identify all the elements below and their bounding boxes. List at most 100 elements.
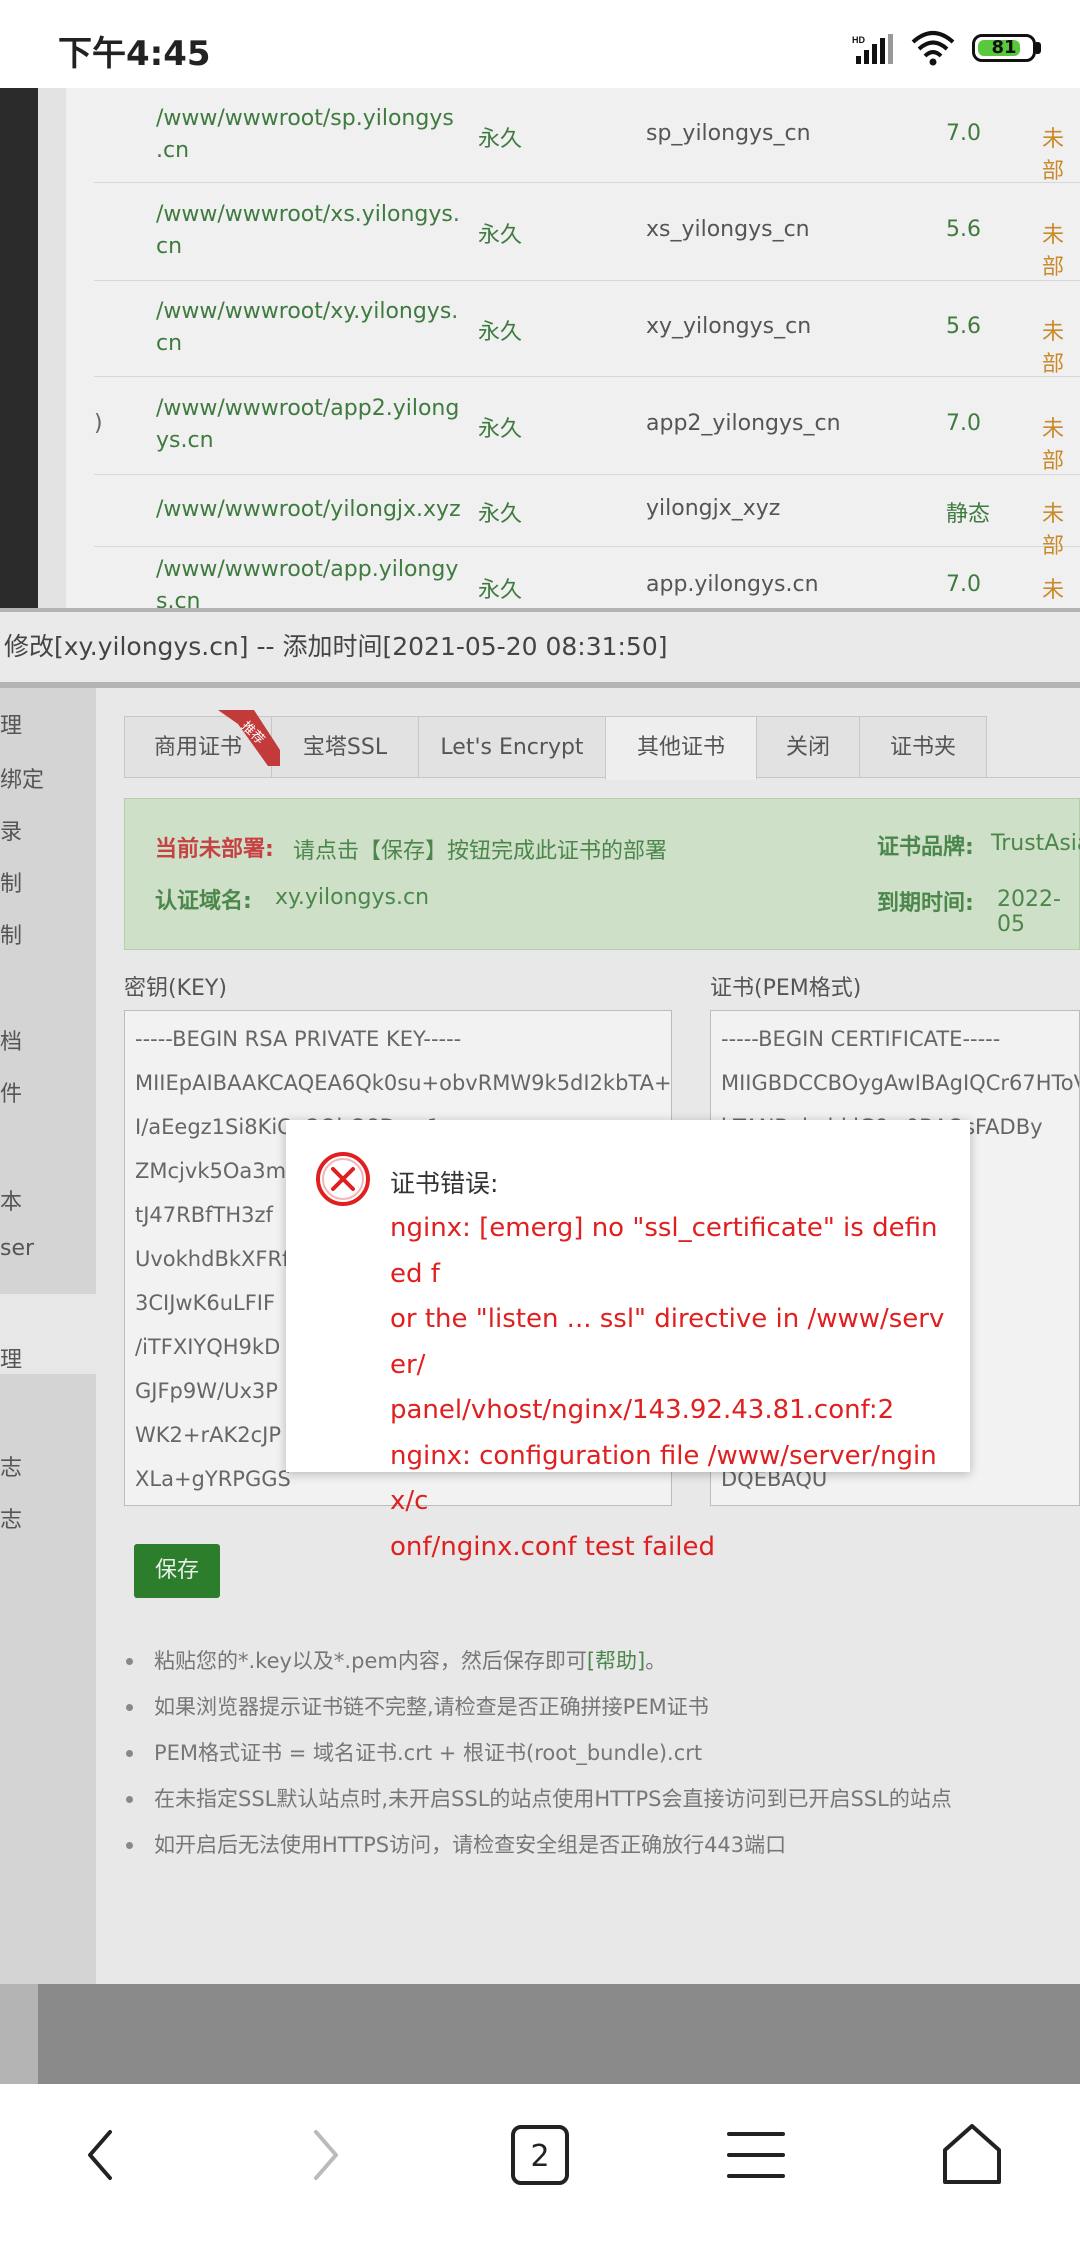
nav-item[interactable]: 制 (0, 866, 22, 898)
site-path: /www/wwwroot/sp.yilongys .cn (156, 106, 454, 163)
modal-left-nav: 理绑定录制制档件本 ser 理志志 (0, 688, 96, 1984)
site-php-version: 7.0 (946, 121, 981, 146)
close-circle-icon (316, 1152, 370, 1206)
domain-value: xy.yilongys.cn (275, 885, 430, 910)
site-expiry: 永久 (478, 127, 523, 152)
tab-baota-ssl[interactable]: 宝塔SSL (271, 716, 419, 778)
nav-item[interactable]: 志 (0, 1502, 22, 1534)
page-bottom-strip (38, 1984, 1080, 2084)
site-database: xs_yilongys_cn (646, 217, 810, 242)
site-php-version: 5.6 (946, 217, 981, 242)
tip-text-end: 。 (645, 1649, 667, 1673)
site-database: app.yilongys.cn (646, 572, 819, 597)
site-expiry: 永久 (478, 223, 523, 248)
site-ssl-status: 未部 (1042, 127, 1065, 184)
text-line: -----BEGIN CERTIFICATE----- (721, 1027, 1001, 1051)
deploy-status-text: 请点击【保存】按钮完成此证书的部署 (293, 839, 668, 864)
tips-list: 粘贴您的*.key以及*.pem内容，然后保存即可[帮助]。如果浏览器提示证书链… (118, 1638, 1058, 1868)
recommend-badge: 推荐 (218, 710, 280, 766)
site-path: /www/wwwroot/xs.yilongys. cn (156, 202, 460, 259)
nav-item[interactable]: 制 (0, 918, 22, 950)
tab-other-cert[interactable]: 其他证书 (605, 716, 757, 780)
tip-text: 在未指定SSL默认站点时,未开启SSL的站点使用HTTPS会直接访问到已开启SS… (154, 1787, 952, 1811)
tab-lets-encrypt[interactable]: Let's Encrypt (418, 716, 606, 778)
nav-item[interactable]: 理 (0, 708, 22, 740)
help-link[interactable]: [帮助] (587, 1649, 645, 1673)
tip-text: 如开启后无法使用HTTPS访问，请检查安全组是否正确放行443端口 (154, 1833, 787, 1857)
site-path: /www/wwwroot/app2.yilong ys.cn (156, 396, 460, 453)
nav-item[interactable]: 录 (0, 814, 22, 846)
browser-nav-bar: 2 (0, 2084, 1080, 2248)
clock: 下午4:45 (58, 34, 211, 74)
site-path: /www/wwwroot/yilongjx.xyz (156, 497, 461, 522)
site-expiry: 永久 (478, 320, 523, 345)
site-row[interactable]: /www/wwwroot/sp.yilongys .cn 永久 sp_yilongy… (94, 88, 1080, 184)
site-php-version: 静态 (946, 502, 991, 527)
site-row[interactable]: /www/wwwroot/yilongjx.xyz 永久 yilongjx_xyz 静… (94, 474, 1080, 559)
modal-title: 修改[xy.yilongys.cn] -- 添加时间[2021-05-20 08… (0, 612, 1080, 682)
wifi-icon (911, 31, 955, 66)
nav-item[interactable]: 件 (0, 1076, 22, 1108)
tab-close[interactable]: 关闭 (756, 716, 860, 778)
domain-label: 认证域名: (155, 889, 252, 914)
tip-item: 粘贴您的*.key以及*.pem内容，然后保存即可[帮助]。 (118, 1638, 1058, 1684)
cert-label: 证书(PEM格式) (710, 976, 862, 1001)
nav-item[interactable]: 绑定 (0, 762, 44, 794)
site-expiry: 永久 (478, 578, 523, 603)
site-database: app2_yilongys_cn (646, 411, 841, 436)
error-title: 证书错误: (390, 1169, 499, 1198)
site-path: /www/wwwroot/xy.yilongys. cn (156, 299, 459, 356)
forward-icon[interactable] (272, 2110, 382, 2200)
site-ssl-status: 未部 (1042, 223, 1065, 280)
home-icon[interactable] (917, 2110, 1027, 2200)
nav-item[interactable]: 本 (0, 1184, 22, 1216)
save-button[interactable]: 保存 (134, 1544, 220, 1598)
tab-count: 2 (530, 2139, 549, 2174)
text-line: MIIEpAIBAAKCAQEA6Qk0su+obvRMW9k5dI2kbTA+ (135, 1071, 672, 1095)
site-php-version: 7.0 (946, 572, 981, 597)
tab-cert-folder[interactable]: 证书夹 (859, 716, 987, 778)
status-bar: 下午4:45 HD 81 (0, 0, 1080, 88)
menu-icon[interactable] (701, 2110, 811, 2200)
battery-icon: 81 (972, 34, 1036, 62)
deploy-status-label: 当前未部署: (155, 837, 274, 862)
battery-tip (1036, 42, 1041, 54)
site-database: yilongjx_xyz (646, 496, 781, 521)
nav-item[interactable]: 档 (0, 1024, 22, 1056)
text-line: -----BEGIN RSA PRIVATE KEY----- (135, 1027, 462, 1051)
site-expiry: 永久 (478, 417, 523, 442)
row-lead: ) (94, 411, 103, 436)
back-icon[interactable] (50, 2110, 160, 2200)
error-dialog: 证书错误: nginx: [emerg] no "ssl_certificate… (286, 1120, 970, 1562)
nav-item[interactable]: 理 (0, 1342, 22, 1374)
tip-text: 粘贴您的*.key以及*.pem内容，然后保存即可 (154, 1649, 587, 1673)
site-ssl-status: 未部 (1042, 417, 1065, 474)
brand-value: TrustAsia (991, 831, 1080, 856)
key-label: 密钥(KEY) (124, 976, 227, 1001)
site-php-version: 7.0 (946, 411, 981, 436)
site-database: xy_yilongys_cn (646, 314, 812, 339)
tabs-icon[interactable]: 2 (485, 2110, 595, 2200)
nav-item[interactable]: 志 (0, 1450, 22, 1482)
expiry-value: 2022-05 (997, 887, 1061, 937)
error-message: nginx: [emerg] no "ssl_certificate" is d… (390, 1213, 945, 1562)
tip-text: 如果浏览器提示证书链不完整,请检查是否正确拼接PEM证书 (154, 1695, 709, 1719)
tip-item: 在未指定SSL默认站点时,未开启SSL的站点使用HTTPS会直接访问到已开启SS… (118, 1776, 1058, 1822)
expiry-label: 到期时间: (877, 891, 974, 916)
site-database: sp_yilongys_cn (646, 121, 811, 146)
site-ssl-status: 未部 (1042, 320, 1065, 377)
site-row[interactable]: ) /www/wwwroot/app2.yilong ys.cn 永久 app2_yi… (94, 376, 1080, 475)
battery-level: 81 (991, 37, 1017, 58)
hd-label: HD (852, 35, 865, 45)
tip-text: PEM格式证书 = 域名证书.crt + 根证书(root_bundle).cr… (154, 1741, 703, 1765)
nav-item[interactable]: ser (0, 1236, 34, 1261)
site-row[interactable]: /www/wwwroot/xs.yilongys. cn 永久 xs_yilongy… (94, 182, 1080, 281)
site-php-version: 5.6 (946, 314, 981, 339)
text-line: MIIGBDCCBOygAwIBAgIQCr67HToV (721, 1071, 1080, 1095)
signal-icon: HD (852, 34, 893, 64)
site-row[interactable]: /www/wwwroot/xy.yilongys. cn 永久 xy_yilongy… (94, 280, 1080, 377)
tip-item: 如开启后无法使用HTTPS访问，请检查安全组是否正确放行443端口 (118, 1822, 1058, 1868)
tip-item: 如果浏览器提示证书链不完整,请检查是否正确拼接PEM证书 (118, 1684, 1058, 1730)
brand-label: 证书品牌: (877, 835, 974, 860)
cert-info-box: 当前未部署: 请点击【保存】按钮完成此证书的部署 认证域名: xy.yilong… (124, 798, 1080, 950)
